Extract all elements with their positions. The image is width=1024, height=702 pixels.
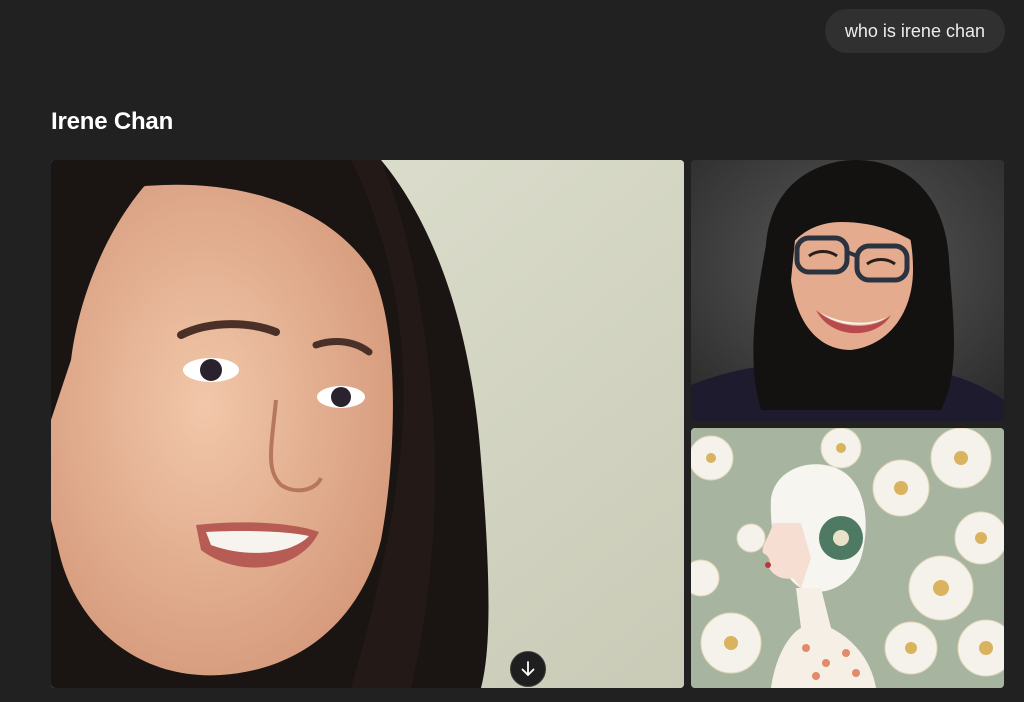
arrow-down-icon — [521, 661, 535, 676]
image-result-main[interactable] — [51, 160, 684, 688]
portrait-photo-glasses — [691, 160, 1004, 421]
illustration-floral — [691, 428, 1004, 688]
scroll-down-button[interactable] — [510, 651, 546, 687]
image-result-3[interactable] — [691, 428, 1004, 688]
image-result-2[interactable] — [691, 160, 1004, 421]
image-results-title: Irene Chan — [51, 108, 174, 135]
user-message-bubble: who is irene chan — [824, 9, 1005, 53]
user-message-text: who is irene chan — [844, 20, 985, 41]
portrait-photo — [51, 160, 684, 688]
